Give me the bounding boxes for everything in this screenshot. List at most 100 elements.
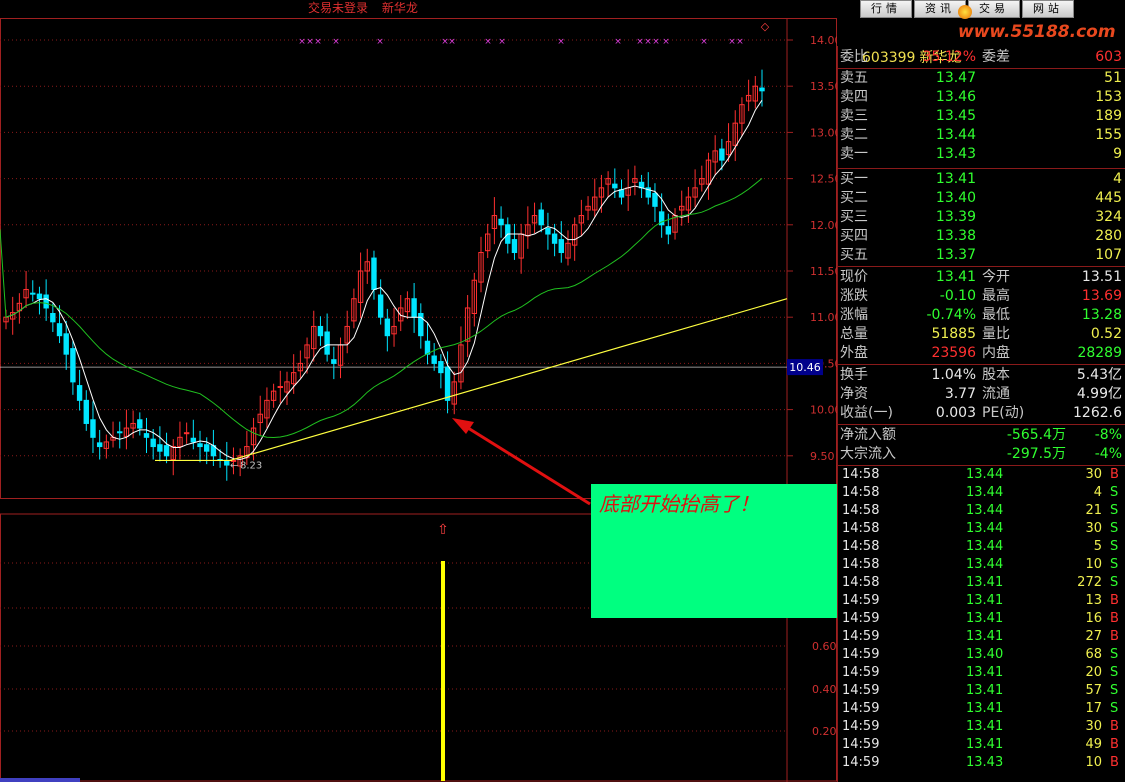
y-axis-label: 9.50	[810, 450, 835, 463]
trade-volume: 30	[1085, 521, 1102, 536]
trade-price: 13.44	[966, 485, 1004, 500]
trade-side: B	[1110, 629, 1119, 644]
trade-price: 13.41	[966, 665, 1004, 680]
trade-volume: 49	[1085, 737, 1102, 752]
sell-volume: 153	[1095, 89, 1122, 105]
y-axis-label: 11.50	[810, 265, 837, 278]
sell-row: 卖三 13.45 189	[838, 107, 1125, 126]
trade-row: 14:59 13.41 49 B	[838, 736, 1125, 754]
top-mark-icon: ×	[614, 37, 622, 47]
candle-body	[424, 340, 431, 355]
candle-body	[652, 192, 658, 207]
flow-percent: -8%	[1094, 427, 1122, 443]
candle-body	[163, 445, 170, 457]
buy-volume: 324	[1095, 209, 1122, 225]
buy-volume: 280	[1095, 228, 1122, 244]
quote-value-right: 13.51	[1081, 269, 1122, 285]
finance-label-right: PE(动)	[982, 405, 1025, 421]
candle-body	[83, 399, 89, 424]
candle-body	[411, 298, 417, 318]
trade-volume: 68	[1085, 647, 1102, 662]
candle-body	[76, 385, 83, 401]
candle-body	[50, 313, 56, 323]
trade-row: 14:59 13.41 17 S	[838, 700, 1125, 718]
candle-body	[317, 325, 324, 337]
top-mark-icon: ×	[314, 37, 322, 47]
top-bar: 交易未登录 新华龙 行情 资讯 交易 网站 www.55188.com	[0, 0, 1125, 42]
trade-price: 13.41	[966, 701, 1004, 716]
y-axis-label: 14.00	[810, 34, 837, 47]
candle-body	[157, 444, 163, 452]
quote-value-right: 13.69	[1081, 288, 1122, 304]
top-mark-icon: ×	[448, 37, 456, 47]
trade-price: 13.44	[966, 503, 1004, 518]
candle-body	[143, 433, 150, 438]
sell-label: 卖四	[840, 89, 868, 105]
quote-value: -0.74%	[926, 307, 976, 323]
trade-side: S	[1110, 683, 1119, 698]
kline-chart[interactable]: 14.0013.5013.0012.5012.0011.5011.0010.50…	[0, 18, 837, 782]
top-mark-icon: ×	[557, 37, 565, 47]
finance-value-right: 5.43亿	[1076, 367, 1122, 383]
trade-time: 14:59	[842, 737, 880, 752]
candle-body	[438, 361, 444, 374]
sell-volume: 9	[1113, 146, 1122, 162]
trade-price: 13.44	[966, 521, 1004, 536]
login-status: 交易未登录 新华龙	[308, 0, 428, 16]
candle-body	[204, 444, 210, 452]
trade-price: 13.40	[966, 647, 1004, 662]
quote-row: 涨跌 -0.10 最高 13.69	[838, 287, 1125, 306]
sell-price: 13.45	[935, 108, 976, 124]
y-axis-label: 10.00	[810, 404, 837, 417]
weicha-value: 603	[1095, 49, 1122, 65]
candle-body	[150, 438, 156, 448]
trade-time: 14:58	[842, 539, 880, 554]
trade-side: S	[1110, 647, 1119, 662]
candle-body	[90, 419, 96, 438]
top-mark-icon: ×	[298, 37, 306, 47]
buy-label: 买四	[840, 228, 868, 244]
sell-volume: 51	[1104, 70, 1122, 86]
trade-time: 14:58	[842, 485, 880, 500]
buy-label: 买三	[840, 209, 868, 225]
buy-price: 13.38	[935, 228, 976, 244]
candle-body	[384, 318, 391, 337]
finance-value-right: 4.99亿	[1076, 386, 1122, 402]
trade-time: 14:58	[842, 557, 880, 572]
buy-volume: 107	[1095, 247, 1122, 263]
trade-side: B	[1110, 467, 1119, 482]
trade-side: S	[1110, 485, 1119, 500]
trade-row: 14:58 13.44 5 S	[838, 538, 1125, 556]
top-mark-icon: ×	[700, 37, 708, 47]
market-button[interactable]: 行情	[860, 0, 912, 18]
finance-value-right: 1262.6	[1073, 405, 1122, 421]
finance-label: 收益(一)	[840, 405, 893, 421]
callout-arrowhead-icon	[452, 418, 474, 434]
annotation-text: 底部开始抬高了！	[599, 492, 759, 516]
trade-side: B	[1110, 737, 1119, 752]
buy-price: 13.40	[935, 190, 976, 206]
trade-price: 13.41	[966, 737, 1004, 752]
y-axis-label: 12.00	[810, 219, 837, 232]
low-price-label: 8.23	[240, 460, 262, 471]
top-mark-icon: ×	[636, 37, 644, 47]
low-arrow-icon: ←	[230, 460, 238, 471]
buy-price: 13.37	[935, 247, 976, 263]
panel-divider	[838, 266, 1125, 267]
trade-price: 13.41	[966, 593, 1004, 608]
quote-value: 51885	[931, 326, 976, 342]
trade-price: 13.44	[966, 539, 1004, 554]
trade-volume: 20	[1085, 665, 1102, 680]
trade-side: S	[1110, 521, 1119, 536]
candle-body	[719, 148, 725, 161]
quote-label: 现价	[840, 269, 868, 285]
trade-row: 14:59 13.40 68 S	[838, 646, 1125, 664]
trade-volume: 30	[1085, 467, 1102, 482]
finance-value: 1.04%	[931, 367, 976, 383]
trade-side: S	[1110, 665, 1119, 680]
candle-body	[545, 227, 551, 235]
top-mark-icon: ×	[376, 37, 384, 47]
trade-price: 13.41	[966, 611, 1004, 626]
trade-row: 14:59 13.41 30 B	[838, 718, 1125, 736]
candle-body	[665, 226, 672, 235]
